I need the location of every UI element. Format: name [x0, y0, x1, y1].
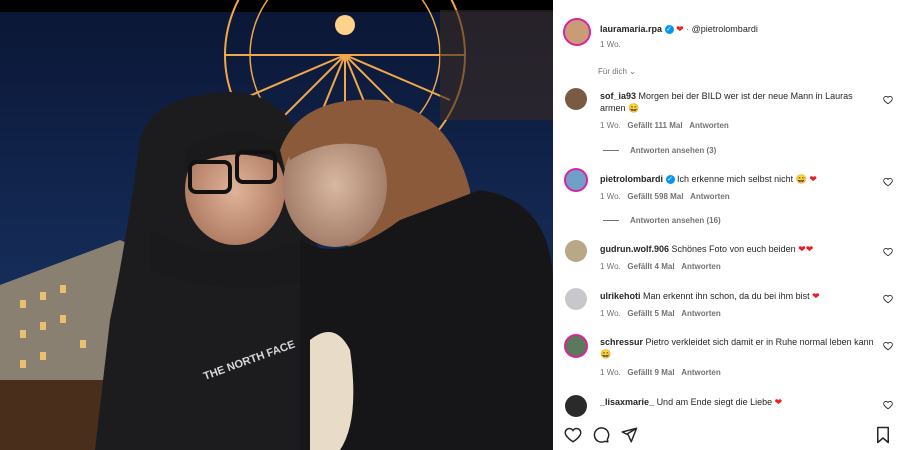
commenter-avatar[interactable]	[565, 88, 587, 110]
comment-meta: 1 Wo. Gefällt 4 Mal Antworten	[600, 262, 721, 271]
view-replies-link[interactable]: Antworten ansehen (16)	[630, 216, 721, 225]
for-you-label: Für dich ⌄	[598, 67, 636, 76]
likes-count[interactable]: Gefällt 9 Mal	[627, 368, 674, 377]
comment-text: ulrikehoti Man erkennt ihn schon, da du …	[600, 291, 820, 301]
verified-icon: ✓	[664, 25, 674, 35]
view-replies-link[interactable]: Antworten ansehen (3)	[630, 146, 716, 155]
heart-emoji-icon: ❤	[676, 24, 684, 34]
comment-username[interactable]: gudrun.wolf.906	[600, 244, 669, 254]
action-bar	[553, 420, 900, 450]
commenter-avatar[interactable]	[565, 395, 587, 417]
like-comment-icon[interactable]	[883, 247, 893, 257]
commenter-avatar[interactable]	[565, 288, 587, 310]
reply-button[interactable]: Antworten	[681, 262, 721, 271]
verified-icon: ✓	[665, 175, 675, 185]
like-comment-icon[interactable]	[883, 177, 893, 187]
comment-text: schressur Pietro verkleidet sich damit e…	[600, 337, 874, 359]
heart-emoji-icon: ❤	[805, 244, 814, 254]
heart-icon[interactable]	[564, 426, 582, 444]
reply-button[interactable]: Antworten	[689, 121, 729, 130]
replies-line	[603, 150, 619, 151]
reply-button[interactable]: Antworten	[681, 309, 721, 318]
comment-text: gudrun.wolf.906 Schönes Foto von euch be…	[600, 244, 814, 254]
post-header: lauramaria.rpa ✓ ❤ · @pietrolombardi 1 W…	[553, 0, 900, 60]
comment-username[interactable]: _lisaxmarie_	[600, 397, 654, 407]
comment-username[interactable]: sof_ia93	[600, 91, 636, 101]
comment-text: _lisaxmarie_ Und am Ende siegt die Liebe…	[600, 397, 783, 407]
comment-username[interactable]: schressur	[600, 337, 643, 347]
comment-username[interactable]: pietrolombardi	[600, 174, 663, 184]
post-age: 1 Wo.	[600, 40, 621, 49]
comment-text: sof_ia93 Morgen bei der BILD wer ist der…	[600, 91, 853, 113]
comment-meta: 1 Wo. Gefällt 111 Mal Antworten	[600, 121, 729, 130]
chevron-down-icon: ⌄	[629, 67, 636, 76]
heart-emoji-icon: ❤	[812, 291, 820, 301]
reply-button[interactable]: Antworten	[681, 368, 721, 377]
comment-icon[interactable]	[592, 426, 610, 444]
replies-line	[603, 220, 619, 221]
comment-meta: 1 Wo. Gefällt 5 Mal Antworten	[600, 309, 721, 318]
likes-count[interactable]: Gefällt 111 Mal	[627, 121, 682, 130]
heart-emoji-icon: ❤	[774, 397, 783, 407]
like-comment-icon[interactable]	[883, 294, 893, 304]
likes-count[interactable]: Gefällt 598 Mal	[627, 192, 683, 201]
comment-username[interactable]: ulrikehoti	[600, 291, 641, 301]
separator: ·	[686, 24, 690, 34]
reply-button[interactable]: Antworten	[690, 192, 730, 201]
like-comment-icon[interactable]	[883, 400, 893, 410]
post-photo[interactable]: THE NORTH FACE	[0, 0, 553, 450]
comment-text: pietrolombardi ✓ Ich erkenne mich selbst…	[600, 174, 817, 185]
author-username[interactable]: lauramaria.rpa	[600, 24, 662, 34]
likes-count[interactable]: Gefällt 5 Mal	[627, 309, 674, 318]
heart-emoji-icon: ❤	[798, 244, 806, 254]
bookmark-icon[interactable]	[875, 426, 891, 444]
author-avatar[interactable]	[563, 18, 591, 46]
likes-count[interactable]: Gefällt 4 Mal	[627, 262, 674, 271]
like-comment-icon[interactable]	[883, 341, 893, 351]
like-comment-icon[interactable]	[883, 95, 893, 105]
comments-panel: lauramaria.rpa ✓ ❤ · @pietrolombardi 1 W…	[553, 0, 900, 450]
share-icon[interactable]	[620, 426, 638, 444]
heart-emoji-icon: ❤	[809, 174, 817, 184]
comment-meta: 1 Wo. Gefällt 9 Mal Antworten	[600, 368, 721, 377]
comment-meta: 1 Wo. Gefällt 598 Mal Antworten	[600, 192, 730, 201]
tagged-user[interactable]: @pietrolombardi	[692, 24, 758, 34]
commenter-avatar[interactable]	[564, 334, 588, 358]
commenter-avatar[interactable]	[565, 240, 587, 262]
commenter-avatar[interactable]	[564, 168, 588, 192]
post-image: THE NORTH FACE	[0, 0, 553, 450]
